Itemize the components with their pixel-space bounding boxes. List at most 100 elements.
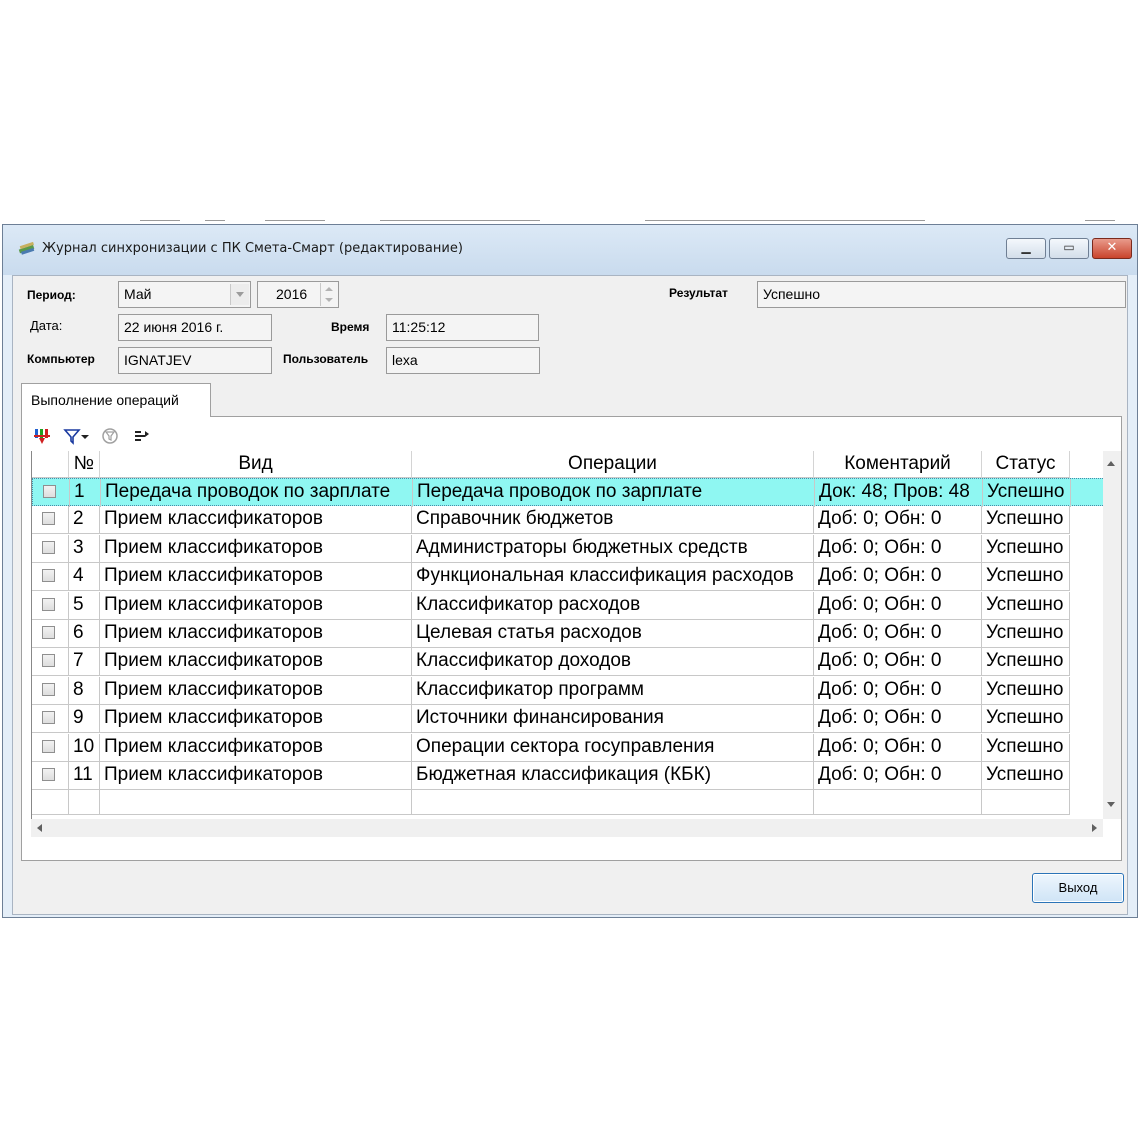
- table-row[interactable]: 4 Прием классификаторов Функциональная кла…: [32, 563, 1111, 592]
- row-status: Успешно: [982, 563, 1070, 592]
- scroll-up-icon[interactable]: [1107, 461, 1115, 466]
- horizontal-scrollbar[interactable]: [31, 819, 1103, 837]
- period-month-select[interactable]: Май: [118, 281, 251, 308]
- dropdown-arrow-icon[interactable]: [80, 427, 90, 445]
- table-row[interactable]: 1 Передача проводок по зарплате Передача п…: [32, 478, 1111, 507]
- title-bar[interactable]: Журнал синхронизации с ПК Смета-Смарт (р…: [3, 225, 1137, 275]
- computer-field[interactable]: IGNATJEV: [118, 347, 272, 374]
- column-header-status[interactable]: Статус: [982, 451, 1070, 478]
- scroll-left-icon[interactable]: [37, 824, 42, 832]
- row-checkbox-cell: [32, 705, 69, 734]
- row-checkbox[interactable]: [42, 654, 55, 668]
- row-type: Прием классификаторов: [100, 534, 412, 563]
- row-type: Прием классификаторов: [100, 705, 412, 734]
- sort-colors-icon[interactable]: [33, 427, 51, 445]
- row-operation: Источники финансирования: [412, 705, 814, 734]
- exit-button[interactable]: Выход: [1032, 873, 1124, 903]
- row-checkbox[interactable]: [42, 597, 55, 611]
- period-year-spinner[interactable]: 2016: [257, 281, 339, 308]
- close-button[interactable]: ✕: [1092, 238, 1132, 259]
- operations-panel: № Вид Операции Коментарий Статус 1 Переда…: [21, 416, 1122, 861]
- table-row[interactable]: 6 Прием классификаторов Целевая статья рас…: [32, 620, 1111, 648]
- computer-label: Компьютер: [27, 352, 95, 366]
- row-comment: Док: 48; Пров: 48: [815, 479, 983, 507]
- row-comment: Доб: 0; Обн: 0: [814, 648, 982, 677]
- table-row[interactable]: 9 Прием классификаторов Источники финансир…: [32, 705, 1111, 734]
- row-operation: Справочник бюджетов: [412, 506, 814, 535]
- scroll-down-icon[interactable]: [1107, 802, 1115, 807]
- date-field[interactable]: 22 июня 2016 г.: [118, 314, 272, 341]
- row-checkbox[interactable]: [42, 569, 55, 583]
- row-type: Прием классификаторов: [100, 591, 412, 620]
- close-icon: ✕: [1106, 240, 1118, 255]
- row-status: Успешно: [982, 620, 1070, 648]
- period-label: Период:: [27, 288, 76, 302]
- window-title: Журнал синхронизации с ПК Смета-Смарт (р…: [42, 241, 463, 256]
- column-header-type[interactable]: Вид: [100, 451, 412, 478]
- row-type: Прием классификаторов: [100, 676, 412, 705]
- row-type: Передача проводок по зарплате: [101, 479, 413, 507]
- row-checkbox[interactable]: [42, 711, 55, 725]
- sync-log-window: Журнал синхронизации с ПК Смета-Смарт (р…: [2, 224, 1138, 918]
- time-field[interactable]: 11:25:12: [386, 314, 539, 341]
- user-field[interactable]: lexa: [386, 347, 540, 374]
- row-operation: Классификатор программ: [412, 676, 814, 705]
- row-checkbox[interactable]: [42, 739, 55, 753]
- clear-filter-icon[interactable]: [101, 427, 119, 445]
- chevron-down-icon[interactable]: [230, 284, 249, 305]
- columns-icon[interactable]: [133, 427, 151, 445]
- row-status: Успешно: [982, 676, 1070, 705]
- row-checkbox-cell: [32, 591, 69, 620]
- scroll-right-icon[interactable]: [1092, 824, 1097, 832]
- row-checkbox[interactable]: [42, 540, 55, 554]
- row-checkbox-cell: [32, 506, 69, 535]
- row-number: 4: [69, 563, 100, 592]
- row-checkbox[interactable]: [43, 485, 56, 498]
- table-row[interactable]: 2 Прием классификаторов Справочник бюджето…: [32, 506, 1111, 535]
- column-header-number[interactable]: №: [69, 451, 100, 478]
- row-type: Прием классификаторов: [100, 648, 412, 677]
- vertical-scrollbar[interactable]: [1103, 451, 1121, 819]
- table-row[interactable]: 5 Прием классификаторов Классификатор расх…: [32, 591, 1111, 620]
- row-number: 8: [69, 676, 100, 705]
- maximize-button[interactable]: ▭: [1049, 238, 1089, 259]
- row-type: Прием классификаторов: [100, 762, 412, 790]
- result-field[interactable]: Успешно: [757, 281, 1126, 308]
- column-header-check[interactable]: [32, 451, 69, 478]
- time-label: Время: [331, 320, 370, 334]
- row-checkbox-cell: [32, 534, 69, 563]
- spinner-arrows-icon[interactable]: [320, 283, 337, 306]
- table-row[interactable]: 10 Прием классификаторов Операции сектора …: [32, 733, 1111, 762]
- filter-icon[interactable]: [63, 427, 81, 445]
- maximize-icon: ▭: [1063, 240, 1075, 254]
- minimize-icon: ▁: [1021, 240, 1031, 254]
- row-comment: Доб: 0; Обн: 0: [814, 705, 982, 734]
- row-operation: Передача проводок по зарплате: [413, 479, 815, 507]
- row-status: Успешно: [982, 591, 1070, 620]
- column-header-comment[interactable]: Коментарий: [814, 451, 982, 478]
- operations-grid: № Вид Операции Коментарий Статус 1 Переда…: [31, 451, 1111, 819]
- table-row[interactable]: 3 Прием классификаторов Администраторы бюд…: [32, 534, 1111, 563]
- row-checkbox[interactable]: [42, 768, 55, 781]
- row-status: Успешно: [982, 506, 1070, 535]
- table-row[interactable]: 8 Прием классификаторов Классификатор прог…: [32, 676, 1111, 705]
- books-icon: [18, 241, 35, 255]
- period-year-value: 2016: [276, 286, 308, 302]
- row-comment: Доб: 0; Обн: 0: [814, 620, 982, 648]
- minimize-button[interactable]: ▁: [1006, 238, 1046, 259]
- row-checkbox[interactable]: [42, 682, 55, 696]
- row-checkbox[interactable]: [42, 512, 55, 526]
- table-row[interactable]: 11 Прием классификаторов Бюджетная классиф…: [32, 762, 1111, 790]
- row-checkbox-cell: [32, 563, 69, 592]
- period-month-value: Май: [124, 286, 152, 302]
- tab-operations[interactable]: Выполнение операций: [21, 383, 211, 417]
- row-comment: Доб: 0; Обн: 0: [814, 534, 982, 563]
- row-checkbox-cell: [32, 762, 69, 790]
- row-number: 11: [69, 762, 100, 790]
- row-checkbox-cell: [32, 733, 69, 762]
- row-checkbox[interactable]: [42, 626, 55, 639]
- row-number: 6: [69, 620, 100, 648]
- row-comment: Доб: 0; Обн: 0: [814, 762, 982, 790]
- table-row[interactable]: 7 Прием классификаторов Классификатор дохо…: [32, 648, 1111, 677]
- column-header-operation[interactable]: Операции: [412, 451, 814, 478]
